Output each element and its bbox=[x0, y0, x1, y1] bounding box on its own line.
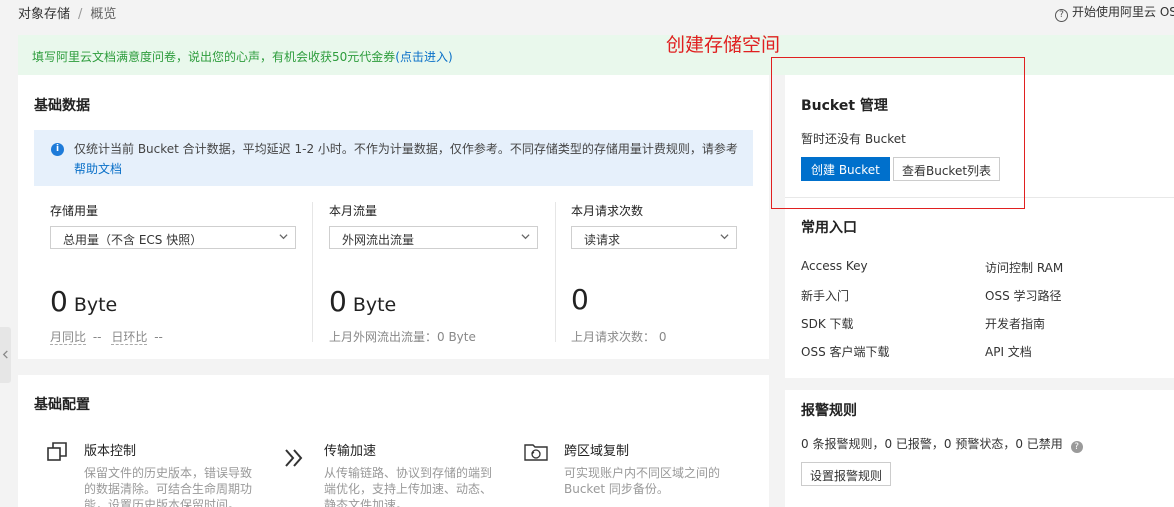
help-link-label: 开始使用阿里云 OSS bbox=[1072, 5, 1174, 19]
request-last-month: 上月请求次数： 0 bbox=[571, 330, 667, 344]
request-value: 0 bbox=[571, 283, 589, 316]
traffic-type-select[interactable]: 外网流出流量 bbox=[329, 226, 538, 249]
dod-label[interactable]: 日环比 bbox=[111, 330, 148, 345]
quick-link-client-download[interactable]: OSS 客户端下载 bbox=[801, 343, 890, 360]
copy-icon bbox=[47, 442, 67, 461]
basic-config-title: 基础配置 bbox=[34, 397, 90, 413]
notice-text: 填写阿里云文档满意度问卷，说出您的心声，有机会收获50元代金券 bbox=[32, 50, 396, 64]
question-icon[interactable]: ? bbox=[1070, 441, 1083, 453]
metric-label-storage: 存储用量 bbox=[50, 204, 99, 218]
desc-line: 能，设置历史版本保留时间。 bbox=[84, 498, 241, 507]
feature-desc-replication: 可实现账户内不同区域之间的 Bucket 同步备份。 bbox=[564, 465, 754, 497]
set-alarm-rules-button[interactable]: 设置报警规则 bbox=[801, 462, 892, 486]
quick-link-getting-started[interactable]: 新手入门 bbox=[801, 287, 849, 304]
section-gap bbox=[785, 378, 1174, 390]
basic-data-title: 基础数据 bbox=[34, 98, 90, 114]
quick-link-access-key[interactable]: Access Key bbox=[801, 259, 868, 273]
storage-type-select-value: 总用量（不含 ECS 快照） bbox=[63, 233, 203, 247]
request-type-select-value: 读请求 bbox=[584, 233, 621, 247]
desc-line: Bucket 同步备份。 bbox=[564, 482, 669, 496]
storage-value: 0 Byte bbox=[50, 285, 117, 318]
storage-type-select[interactable]: 总用量（不含 ECS 快照） bbox=[50, 226, 296, 249]
breadcrumb-root[interactable]: 对象存储 bbox=[18, 7, 70, 22]
desc-line: 保留文件的历史版本，错误导致 bbox=[84, 466, 253, 480]
alarm-rules-title: 报警规则 bbox=[801, 403, 857, 419]
desc-line: 的数据清除。可结合生命周期功 bbox=[84, 482, 253, 496]
chevron-down-icon bbox=[720, 234, 729, 240]
quick-link-learning-path[interactable]: OSS 学习路径 bbox=[985, 287, 1062, 304]
quick-links-title: 常用入口 bbox=[801, 220, 857, 236]
quick-link-sdk[interactable]: SDK 下载 bbox=[801, 315, 854, 332]
feature-desc-acceleration: 从传输链路、协议到存储的端到 端优化，支持上传加速、动态、 静态文件加速。 bbox=[324, 465, 514, 507]
mom-label[interactable]: 月同比 bbox=[50, 330, 87, 345]
chevron-down-icon bbox=[279, 234, 288, 240]
dod-value: -- bbox=[154, 330, 163, 344]
chevron-left-icon bbox=[2, 350, 8, 359]
metric-label-requests: 本月请求次数 bbox=[571, 204, 644, 218]
feature-title-replication[interactable]: 跨区域复制 bbox=[564, 440, 629, 459]
traffic-value-number: 0 bbox=[329, 285, 347, 318]
metric-divider bbox=[312, 202, 313, 342]
metric-divider bbox=[555, 202, 556, 342]
info-box: 仅统计当前 Bucket 合计数据，平均延迟 1-2 小时。不作为计量数据，仅作… bbox=[34, 130, 753, 186]
request-type-select[interactable]: 读请求 bbox=[571, 226, 737, 249]
traffic-value-unit: Byte bbox=[352, 294, 397, 316]
alarm-summary-text: 0 条报警规则，0 已报警，0 预警状态，0 已禁用 bbox=[801, 437, 1063, 451]
sidebar-collapse-tab[interactable] bbox=[0, 327, 11, 383]
storage-value-unit: Byte bbox=[73, 294, 118, 316]
mom-value: -- bbox=[92, 330, 102, 344]
storage-value-number: 0 bbox=[50, 285, 68, 318]
storage-compare: 月同比 -- 日环比 -- bbox=[50, 328, 163, 345]
annotation-box bbox=[771, 57, 1025, 209]
quick-link-ram[interactable]: 访问控制 RAM bbox=[985, 259, 1063, 276]
help-link[interactable]: ? 开始使用阿里云 OSS bbox=[1055, 3, 1174, 22]
chevron-down-icon bbox=[521, 234, 530, 240]
quick-link-api-docs[interactable]: API 文档 bbox=[985, 343, 1032, 360]
desc-line: 可实现账户内不同区域之间的 bbox=[564, 466, 721, 480]
info-icon: i bbox=[51, 143, 64, 156]
feature-title-acceleration[interactable]: 传输加速 bbox=[324, 440, 376, 459]
desc-line: 端优化，支持上传加速、动态、 bbox=[324, 482, 493, 496]
traffic-type-select-value: 外网流出流量 bbox=[342, 233, 415, 247]
traffic-value: 0 Byte bbox=[329, 285, 396, 318]
help-icon: ? bbox=[1055, 9, 1068, 22]
breadcrumb-current: 概览 bbox=[90, 7, 117, 22]
help-doc-link[interactable]: 帮助文档 bbox=[74, 162, 122, 176]
breadcrumb: 对象存储 / 概览 bbox=[18, 3, 116, 22]
annotation-label: 创建存储空间 bbox=[666, 34, 781, 56]
breadcrumb-separator: / bbox=[78, 7, 83, 22]
desc-line: 静态文件加速。 bbox=[324, 498, 409, 507]
feature-desc-versioning: 保留文件的历史版本，错误导致 的数据清除。可结合生命周期功 能，设置历史版本保留… bbox=[84, 465, 274, 507]
traffic-last-month: 上月外网流出流量：0 Byte bbox=[329, 330, 476, 344]
quick-link-dev-guide[interactable]: 开发者指南 bbox=[985, 315, 1045, 332]
notice-link[interactable]: (点击进入) bbox=[395, 50, 452, 64]
double-chevron-right-icon bbox=[285, 449, 303, 467]
cross-region-icon bbox=[524, 444, 548, 461]
metric-label-traffic: 本月流量 bbox=[329, 204, 378, 218]
alarm-summary: 0 条报警规则，0 已报警，0 预警状态，0 已禁用 ? bbox=[801, 435, 1083, 453]
info-text: 仅统计当前 Bucket 合计数据，平均延迟 1-2 小时。不作为计量数据，仅作… bbox=[74, 142, 738, 156]
desc-line: 从传输链路、协议到存储的端到 bbox=[324, 466, 493, 480]
feature-title-versioning[interactable]: 版本控制 bbox=[84, 440, 136, 459]
